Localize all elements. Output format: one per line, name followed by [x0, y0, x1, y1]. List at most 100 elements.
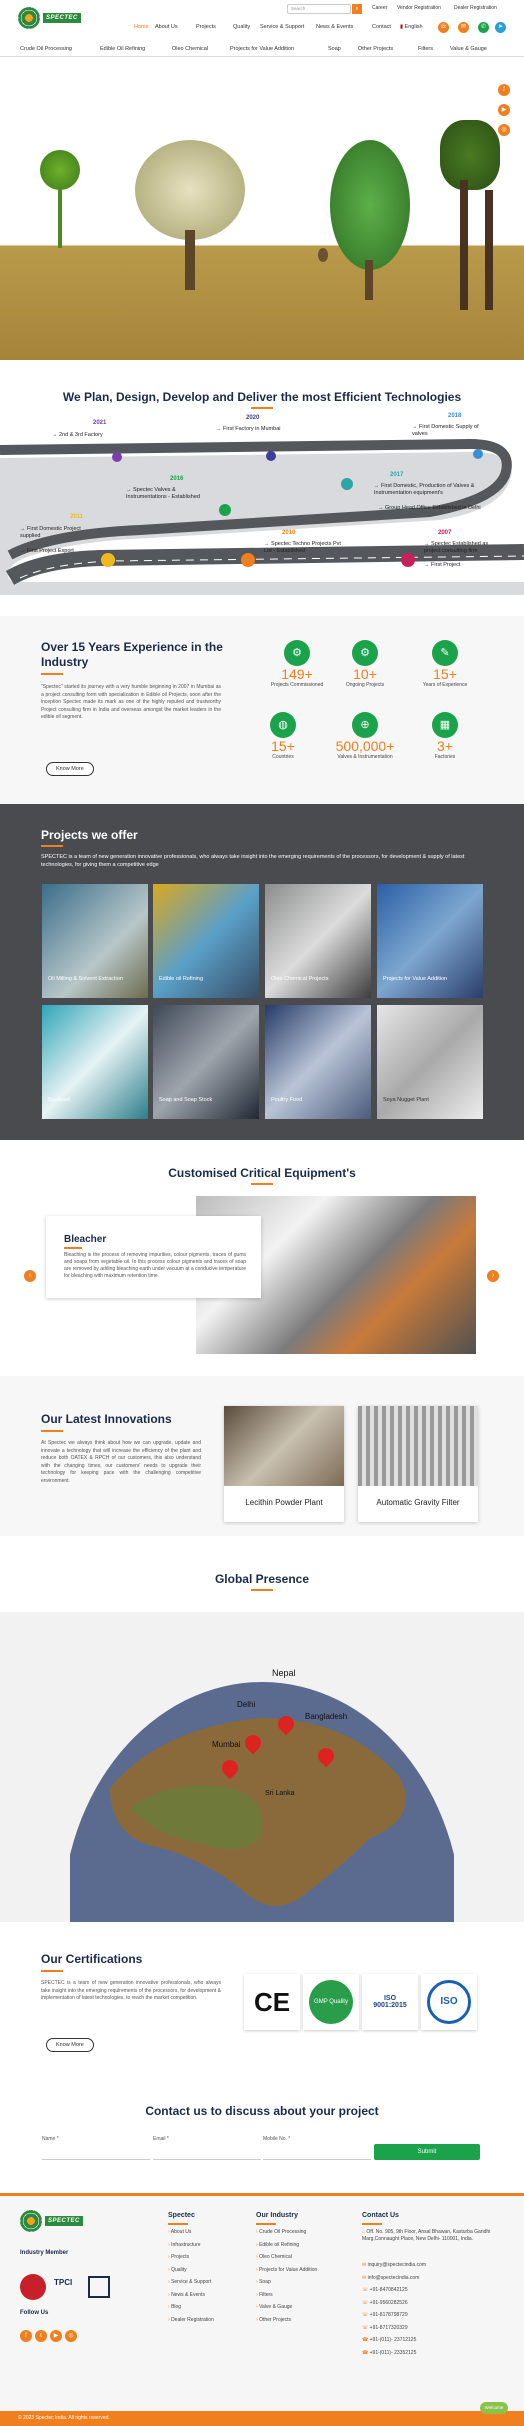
nav-about-us[interactable]: About Us [155, 24, 178, 30]
project-card[interactable]: Soya Nugget Plant [377, 1005, 483, 1119]
nav-quality[interactable]: Quality [233, 24, 250, 30]
submit-button[interactable]: Submit [374, 2144, 480, 2160]
footer-link[interactable]: News & Events [168, 2289, 214, 2302]
projects-icon: ⚙ [284, 640, 310, 666]
youtube-icon[interactable]: ▶ [50, 2330, 62, 2342]
instagram-icon[interactable]: ◎ [65, 2330, 77, 2342]
footer-link[interactable]: Infrastructure [168, 2239, 214, 2252]
stat-number: 3+ [437, 738, 453, 754]
footer-link[interactable]: Other Projects [256, 2314, 317, 2327]
project-label: Soya Nugget Plant [383, 1097, 429, 1103]
footer-link[interactable]: Soap [256, 2276, 317, 2289]
certifications-body: SPECTEC is a team of new generation inno… [41, 1980, 221, 2001]
innovation-card[interactable]: Lecithin Powder Plant [224, 1406, 344, 1522]
phone-3[interactable]: ☏ +91-8178798729 [362, 2309, 426, 2322]
location-icon: ⌂ [362, 2229, 366, 2235]
valve-icon: ⊕ [352, 712, 378, 738]
footer-link[interactable]: Filters [256, 2289, 317, 2302]
nav-home[interactable]: Home [134, 24, 149, 30]
contact-text: +91-8717320329 [369, 2324, 408, 2331]
logo[interactable]: SPECTEC [18, 6, 88, 30]
phone-icon[interactable]: ☏ [438, 22, 449, 33]
ongoing-icon: ⚙ [352, 640, 378, 666]
chat-widget-button[interactable]: Welcome [480, 2402, 508, 2414]
project-card[interactable]: Projects for Value Addition [377, 884, 483, 998]
project-label: Oleo Chemical Projects [271, 976, 329, 982]
project-card[interactable]: Edible oil Refining [153, 884, 259, 998]
menu-value-addition[interactable]: Projects for Value Addition [230, 46, 294, 52]
know-more-button[interactable]: Know More [46, 762, 94, 776]
member-logo-3 [88, 2276, 110, 2298]
menu-valve-gauge[interactable]: Value & Gauge [450, 46, 487, 52]
landline-2[interactable]: ☎ +91-(011)- 23352125 [362, 2347, 426, 2360]
place-sri-lanka: Sri Lanka [265, 1790, 295, 1797]
email-inquiry[interactable]: ✉ inquiry@spectecindia.com [362, 2259, 426, 2272]
nav-contact[interactable]: Contact [372, 24, 391, 30]
menu-other-projects[interactable]: Other Projects [358, 46, 393, 52]
footer-link[interactable]: Dealer Registration [168, 2314, 214, 2327]
mobile-field[interactable]: Mobile No. * [263, 2136, 371, 2160]
footer-logo[interactable]: SPECTEC [20, 2210, 83, 2232]
menu-edible-oil[interactable]: Edible Oil Refining [100, 46, 145, 52]
footer-logo-text: SPECTEC [45, 2216, 83, 2226]
footer-link[interactable]: Service & Support [168, 2276, 214, 2289]
contact-text: inquiry@spectecindia.com [367, 2262, 427, 2268]
event-first-project: → First Project [424, 562, 461, 568]
footer-link[interactable]: Projects [168, 2251, 214, 2264]
card-body: Bleaching is the process of removing imp… [64, 1252, 246, 1279]
footer-link[interactable]: Oleo Chemical [256, 2251, 317, 2264]
phone-4[interactable]: ☏ +91-8717320329 [362, 2322, 426, 2335]
telegram-icon[interactable]: ➤ [495, 22, 506, 33]
project-card[interactable]: Soap and Soap Stock [153, 1005, 259, 1119]
email-info[interactable]: ✉ info@spectecindia.com [362, 2272, 426, 2285]
whatsapp-icon[interactable]: ✆ [478, 22, 489, 33]
footer-link[interactable]: Edible oil Refining [256, 2239, 317, 2252]
footer-link[interactable]: Valve & Gauge [256, 2301, 317, 2314]
vendor-registration-link[interactable]: Vendor Registration [397, 5, 441, 11]
innovation-card[interactable]: Automatic Gravity Filter [358, 1406, 478, 1522]
project-card[interactable]: Oil Milling & Solvent Extraction [42, 884, 148, 998]
facebook-icon[interactable]: f [20, 2330, 32, 2342]
dealer-registration-link[interactable]: Dealer Registration [454, 5, 497, 11]
nav-news-events[interactable]: News & Events [316, 24, 353, 30]
equipment-title: Customised Critical Equipment's [168, 1166, 356, 1180]
footer-link[interactable]: Blog [168, 2301, 214, 2314]
footer-link[interactable]: Projects for Value Addition [256, 2264, 317, 2277]
footer-link[interactable]: About Us [168, 2226, 214, 2239]
nav-projects[interactable]: Projects [196, 24, 216, 30]
project-card[interactable]: Biodiesel [42, 1005, 148, 1119]
menu-filters[interactable]: Filters [418, 46, 433, 52]
career-link[interactable]: Career [372, 5, 387, 11]
innovations-body: At Spectec we always think about how we … [41, 1440, 201, 1484]
event-2007: → Spectec Established as project consult… [424, 541, 489, 554]
phone-2[interactable]: ☏ +91-9560282526 [362, 2297, 426, 2310]
sprout-image [40, 150, 80, 190]
footer-link[interactable]: Quality [168, 2264, 214, 2277]
twitter-icon[interactable]: t [35, 2330, 47, 2342]
name-field[interactable]: Name * [42, 2136, 150, 2160]
stat-number: 15+ [271, 738, 295, 754]
copyright-text: © 2023 Spectec India. All rights reserve… [18, 2415, 110, 2421]
landline-1[interactable]: ☎ +91-(011)- 23712125 [362, 2334, 426, 2347]
mail-icon[interactable]: ✉ [458, 22, 469, 33]
project-card[interactable]: Poultry Food [265, 1005, 371, 1119]
instagram-icon[interactable]: ◎ [498, 124, 510, 136]
factory-icon: ▦ [432, 712, 458, 738]
next-arrow-icon[interactable]: › [487, 1270, 499, 1282]
language-select[interactable]: ▮ English [400, 24, 423, 30]
prev-arrow-icon[interactable]: ‹ [24, 1270, 36, 1282]
menu-soap[interactable]: Soap [328, 46, 341, 52]
search-input[interactable]: Search [287, 4, 351, 14]
menu-crude-oil[interactable]: Crude Oil Processing [20, 46, 72, 52]
year-2010: 2010 [282, 530, 296, 536]
project-card[interactable]: Oleo Chemical Projects [265, 884, 371, 998]
cert-know-more-button[interactable]: Know More [46, 2038, 94, 2052]
email-field[interactable]: Email * [153, 2136, 261, 2160]
search-icon[interactable]: ⌕ [352, 4, 362, 14]
nav-service-support[interactable]: Service & Support [260, 24, 304, 30]
menu-oleo-chemical[interactable]: Oleo Chemical [172, 46, 208, 52]
footer-link[interactable]: Crude Oil Processing [256, 2226, 317, 2239]
phone-1[interactable]: ☏ +91-8470842125 [362, 2284, 426, 2297]
facebook-icon[interactable]: f [498, 84, 510, 96]
youtube-icon[interactable]: ▶ [498, 104, 510, 116]
